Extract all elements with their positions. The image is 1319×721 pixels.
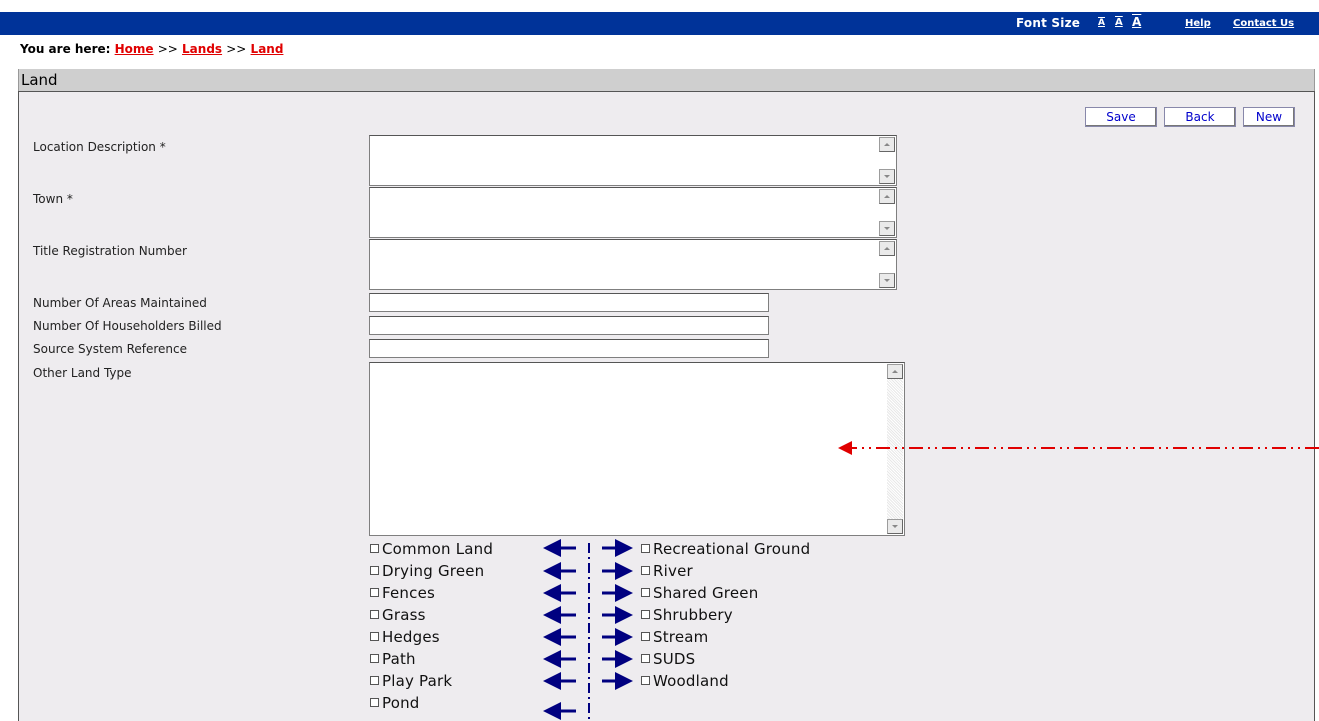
blue-arrows-right [602,539,633,690]
annotation-arrows-overlay [543,441,1319,721]
blue-arrows-left [543,539,576,720]
red-arrowhead-icon [838,441,852,455]
